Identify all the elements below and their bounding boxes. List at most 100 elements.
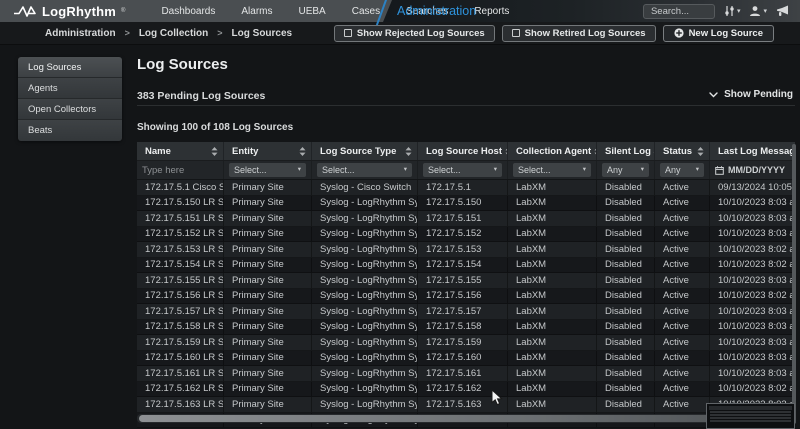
search-input[interactable]: Search... bbox=[643, 4, 715, 19]
collection-agent-filter-select[interactable]: Select... ▾ bbox=[513, 163, 591, 177]
table-row[interactable]: 172.17.5.152 LR Sysl...Primary SiteSyslo… bbox=[137, 227, 795, 243]
sidebar-item-open-collectors[interactable]: Open Collectors bbox=[18, 99, 122, 120]
cell-silent: Disabled bbox=[597, 180, 655, 196]
cell-silent: Disabled bbox=[597, 320, 655, 336]
cell-silent: Disabled bbox=[597, 242, 655, 258]
table-row[interactable]: 172.17.5.163 LR Sysl...Primary SiteSyslo… bbox=[137, 397, 795, 413]
table-row[interactable]: 172.17.5.151 LR Sysl...Primary SiteSyslo… bbox=[137, 211, 795, 227]
table-row[interactable]: 172.17.5.162 LR Sysl...Primary SiteSyslo… bbox=[137, 382, 795, 398]
table-filter-row: Select... ▾ Select... ▾ Select... ▾ Sele… bbox=[137, 161, 795, 180]
show-retired-log-sources-button[interactable]: Show Retired Log Sources bbox=[502, 25, 656, 42]
show-pending-label: Show Pending bbox=[724, 89, 793, 100]
silent-log-source-filter-select[interactable]: Any ▾ bbox=[602, 163, 649, 177]
nav-item-alarms[interactable]: Alarms bbox=[241, 6, 272, 17]
column-header-log-source-type[interactable]: Log Source Type bbox=[312, 142, 418, 160]
breadcrumb-log-sources[interactable]: Log Sources bbox=[232, 28, 293, 39]
column-header-log-source-host[interactable]: Log Source Host bbox=[418, 142, 508, 160]
sort-icon bbox=[299, 147, 306, 156]
cell-type: Syslog - Cisco Switch bbox=[312, 180, 418, 196]
name-filter-input[interactable] bbox=[142, 165, 218, 176]
vertical-scrollbar-thumb[interactable] bbox=[792, 144, 796, 424]
horizontal-scrollbar-track[interactable] bbox=[137, 414, 795, 423]
table-row[interactable]: 172.17.5.161 LR Sysl...Primary SiteSyslo… bbox=[137, 366, 795, 382]
filter-name-cell bbox=[137, 161, 224, 179]
chevron-down-icon: ▾ bbox=[404, 167, 407, 174]
nav-item-dashboards[interactable]: Dashboards bbox=[161, 6, 215, 17]
sidebar-item-agents[interactable]: Agents bbox=[18, 78, 122, 99]
cell-host: 172.17.5.157 bbox=[418, 304, 508, 320]
log-source-type-filter-select[interactable]: Select... ▾ bbox=[317, 163, 412, 177]
table-row[interactable]: 172.17.5.153 LR Sysl...Primary SiteSyslo… bbox=[137, 242, 795, 258]
column-header-last-log-message[interactable]: Last Log Message bbox=[710, 142, 795, 160]
chevron-down-icon: ▾ bbox=[298, 167, 301, 174]
table-row[interactable]: 172.17.5.157 LR Sysl...Primary SiteSyslo… bbox=[137, 304, 795, 320]
cell-entity: Primary Site bbox=[224, 304, 312, 320]
cell-entity: Primary Site bbox=[224, 196, 312, 212]
cell-silent: Disabled bbox=[597, 273, 655, 289]
cell-message: 09/13/2024 10:05 am bbox=[710, 180, 795, 196]
announcements-megaphone-icon[interactable] bbox=[776, 5, 790, 17]
cell-agent: LabXM bbox=[508, 180, 597, 196]
horizontal-scrollbar-thumb[interactable] bbox=[139, 415, 713, 422]
chevron-down-icon bbox=[709, 92, 718, 98]
show-pending-toggle[interactable]: Show Pending bbox=[709, 89, 793, 100]
logrhythm-logo[interactable]: LogRhythm ® bbox=[0, 4, 125, 19]
screen-preview-thumbnail[interactable] bbox=[706, 403, 795, 429]
cell-agent: LabXM bbox=[508, 335, 597, 351]
log-source-host-filter-select[interactable]: Select... ▾ bbox=[423, 163, 502, 177]
cell-entity: Primary Site bbox=[224, 242, 312, 258]
cell-name: 172.17.5.163 LR Sysl... bbox=[137, 397, 224, 413]
show-rejected-log-sources-button[interactable]: Show Rejected Log Sources bbox=[334, 25, 495, 42]
nav-item-cases[interactable]: Cases bbox=[352, 6, 380, 17]
new-log-source-button[interactable]: New Log Source bbox=[663, 25, 774, 42]
sidebar-item-log-sources[interactable]: Log Sources bbox=[18, 57, 122, 78]
cell-status: Active bbox=[655, 227, 710, 243]
column-header-name[interactable]: Name bbox=[137, 142, 224, 160]
cell-type: Syslog - LogRhythm Syslog Ge... bbox=[312, 196, 418, 212]
table-row[interactable]: 172.17.5.155 LR Sysl...Primary SiteSyslo… bbox=[137, 273, 795, 289]
cell-message: 10/10/2023 8:02 am bbox=[710, 289, 795, 305]
table-row[interactable]: 172.17.5.156 LR Sysl...Primary SiteSyslo… bbox=[137, 289, 795, 305]
column-header-status[interactable]: Status bbox=[655, 142, 710, 160]
cell-silent: Disabled bbox=[597, 289, 655, 305]
cell-status: Active bbox=[655, 196, 710, 212]
table-row[interactable]: 172.17.5.159 LR Sysl...Primary SiteSyslo… bbox=[137, 335, 795, 351]
table-row[interactable]: 172.17.5.154 LR Sysl...Primary SiteSyslo… bbox=[137, 258, 795, 274]
cell-name: 172.17.5.1 Cisco Swit... bbox=[137, 180, 224, 196]
filter-silent-cell: Any ▾ bbox=[597, 161, 655, 179]
table-row[interactable]: 172.17.5.158 LR Sysl...Primary SiteSyslo… bbox=[137, 320, 795, 336]
entity-filter-select[interactable]: Select... ▾ bbox=[229, 163, 306, 177]
cell-entity: Primary Site bbox=[224, 227, 312, 243]
chevron-down-icon: ▾ bbox=[696, 167, 699, 174]
table-row[interactable]: 172.17.5.1 Cisco Swit...Primary SiteSysl… bbox=[137, 180, 795, 196]
status-filter-select[interactable]: Any ▾ bbox=[660, 163, 704, 177]
user-menu[interactable]: ▾ bbox=[749, 5, 767, 17]
cell-host: 172.17.5.156 bbox=[418, 289, 508, 305]
cell-agent: LabXM bbox=[508, 211, 597, 227]
sidebar-item-beats[interactable]: Beats bbox=[18, 120, 122, 141]
sliders-icon bbox=[724, 5, 735, 17]
cell-status: Active bbox=[655, 211, 710, 227]
nav-item-reports[interactable]: Reports bbox=[474, 6, 509, 17]
showing-count-label: Showing 100 of 108 Log Sources bbox=[137, 122, 293, 133]
filter-type-cell: Select... ▾ bbox=[312, 161, 418, 179]
cell-silent: Disabled bbox=[597, 335, 655, 351]
cell-entity: Primary Site bbox=[224, 320, 312, 336]
date-filter-input[interactable]: MM/DD/YYYY bbox=[715, 165, 785, 175]
column-header-collection-agent[interactable]: Collection Agent bbox=[508, 142, 597, 160]
nav-item-administration-active[interactable]: Administration bbox=[397, 0, 476, 22]
table-row[interactable]: 172.17.5.160 LR Sysl...Primary SiteSyslo… bbox=[137, 351, 795, 367]
cell-status: Active bbox=[655, 320, 710, 336]
nav-item-ueba[interactable]: UEBA bbox=[298, 6, 325, 17]
table-row[interactable]: 172.17.5.150 LR Sysl...Primary SiteSyslo… bbox=[137, 196, 795, 212]
settings-sliders-menu[interactable]: ▾ bbox=[724, 5, 741, 17]
breadcrumb-log-collection[interactable]: Log Collection bbox=[139, 28, 208, 39]
logrhythm-logo-icon bbox=[14, 4, 37, 18]
breadcrumb-administration[interactable]: Administration bbox=[45, 28, 116, 39]
cell-host: 172.17.5.158 bbox=[418, 320, 508, 336]
cell-type: Syslog - LogRhythm Syslog Ge... bbox=[312, 304, 418, 320]
cell-message: 10/10/2023 8:02 am bbox=[710, 258, 795, 274]
column-header-silent-log-source[interactable]: Silent Log S... bbox=[597, 142, 655, 160]
column-header-entity[interactable]: Entity bbox=[224, 142, 312, 160]
chevron-down-icon: ▾ bbox=[494, 167, 497, 174]
